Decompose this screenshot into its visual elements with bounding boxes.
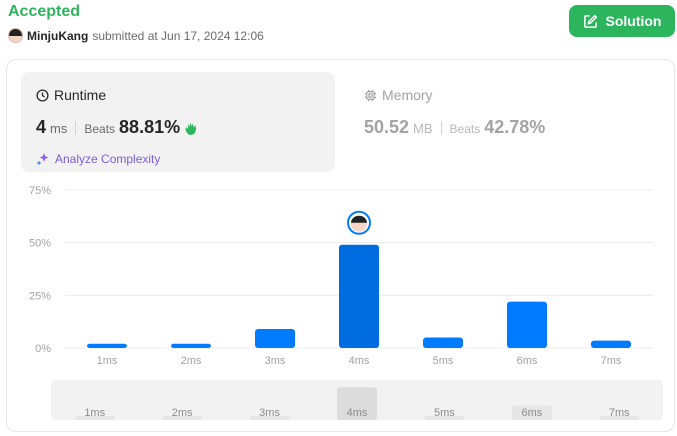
x-tick-label: 4ms — [349, 355, 370, 367]
bar-3ms — [255, 329, 295, 348]
range-tick-label: 6ms — [521, 407, 542, 419]
range-tick-label: 5ms — [434, 407, 455, 419]
runtime-distribution-chart: 75% 50% 25% 0% 1ms 2ms 3ms 4ms 5ms 6ms 7ms 1ms 2ms 3m… — [29, 185, 663, 420]
submission-info: MinjuKang submitted at Jun 17, 2024 12:0… — [8, 28, 264, 43]
bar-1ms — [87, 343, 127, 348]
x-tick-label: 5ms — [433, 355, 454, 367]
range-tick-label: 1ms — [84, 407, 105, 419]
y-tick-label: 0% — [35, 343, 51, 355]
bar-7ms — [591, 340, 631, 348]
username-link[interactable]: MinjuKang — [27, 29, 88, 43]
result-panel: Runtime 4 ms Beats 88.81% Analyze Comple… — [6, 59, 675, 432]
range-tick-label: 4ms — [347, 407, 368, 419]
bar-2ms — [171, 343, 211, 348]
submission-status: Accepted — [8, 3, 81, 20]
range-tick-label: 2ms — [172, 407, 193, 419]
x-tick-label: 2ms — [181, 355, 202, 367]
y-tick-label: 50% — [29, 238, 51, 250]
submitted-time: submitted at Jun 17, 2024 12:06 — [92, 28, 264, 43]
bar-5ms — [423, 337, 463, 348]
solution-button[interactable]: Solution — [569, 5, 675, 37]
bar-6ms — [507, 301, 547, 348]
x-tick-label: 6ms — [517, 355, 538, 367]
x-tick-label: 1ms — [97, 355, 118, 367]
x-tick-label: 3ms — [265, 355, 286, 367]
solution-button-label: Solution — [605, 13, 662, 29]
user-avatar[interactable] — [8, 28, 23, 43]
edit-icon — [583, 14, 597, 28]
range-tick-label: 3ms — [259, 407, 280, 419]
y-tick-label: 25% — [29, 290, 51, 302]
range-tick-label: 7ms — [609, 407, 630, 419]
bar-4ms — [339, 244, 379, 348]
x-tick-label: 7ms — [601, 355, 622, 367]
y-tick-label: 75% — [29, 185, 51, 197]
